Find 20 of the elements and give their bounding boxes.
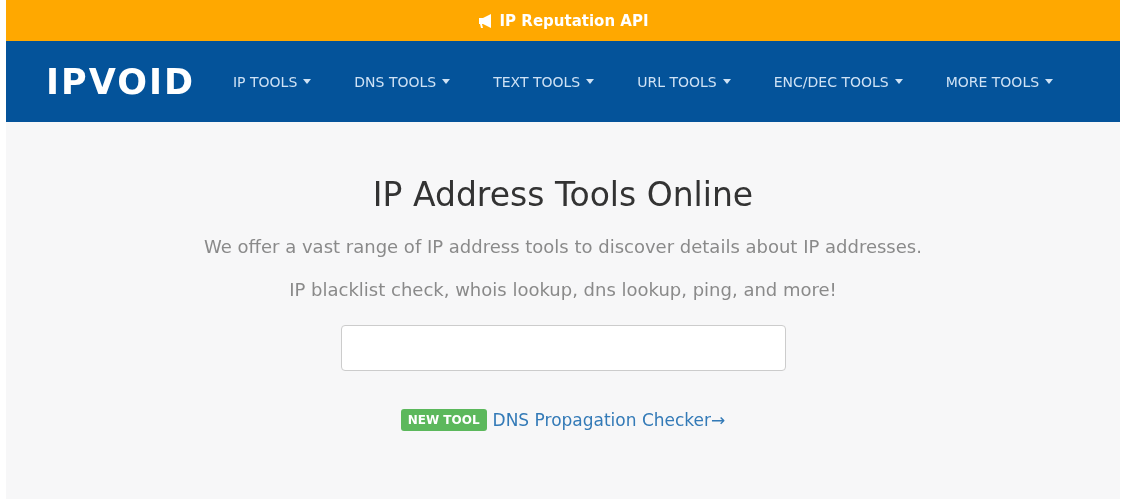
site-logo[interactable]: IPVOID <box>46 61 195 102</box>
nav-menu-item[interactable]: ENC/DEC TOOLS <box>773 73 903 90</box>
nav-menu-item[interactable]: MORE TOOLS <box>945 73 1054 90</box>
nav-menu-item[interactable]: IP TOOLS <box>233 73 312 90</box>
caret-icon <box>1045 79 1054 84</box>
page-title: IP Address Tools Online <box>372 175 754 214</box>
nav-menu-item[interactable]: URL TOOLS <box>637 73 731 90</box>
new-tool-badge: NEW TOOL <box>400 409 487 431</box>
caret-icon <box>442 79 451 84</box>
caret-icon <box>894 79 903 84</box>
nav-menu-item[interactable]: TEXT TOOLS <box>493 73 595 90</box>
page-tagline: IP blacklist check, whois lookup, dns lookup, ping, and more! <box>289 279 837 300</box>
megaphone-icon <box>477 13 494 28</box>
caret-icon <box>722 79 731 84</box>
tool-link[interactable]: DNS Propagation Checker→ <box>492 410 726 430</box>
search-field[interactable] <box>340 325 786 371</box>
page-description: We offer a vast range of IP address tools to discover details about IP addresses. <box>204 236 922 257</box>
caret-icon <box>586 79 595 84</box>
caret-icon <box>303 79 312 84</box>
nav-menu-item[interactable]: DNS TOOLS <box>354 73 451 90</box>
